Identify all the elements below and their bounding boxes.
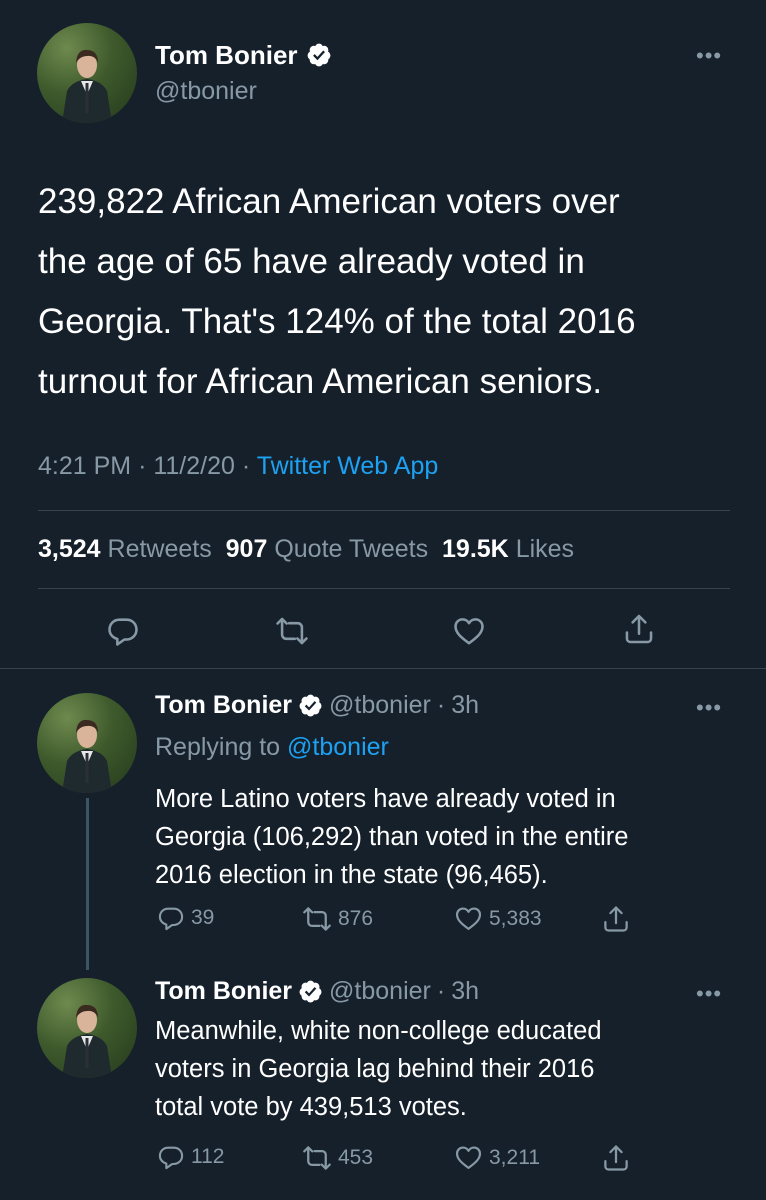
reply-icon[interactable] <box>106 614 140 648</box>
retweet-icon <box>302 904 332 934</box>
retweet-action[interactable]: 453 <box>302 1143 373 1173</box>
tweet-text-line: Georgia. That's 124% of the total 2016 <box>38 302 636 341</box>
reply-action[interactable]: 39 <box>157 904 214 932</box>
reply-text-line: Meanwhile, white non-college educated <box>155 1017 602 1045</box>
reply-avatar[interactable] <box>37 978 137 1078</box>
reply-text-line: Georgia (106,292) than voted in the enti… <box>155 823 629 851</box>
reply-avatar[interactable] <box>37 693 137 793</box>
author-handle[interactable]: @tbonier <box>155 77 257 106</box>
reply-age[interactable]: 3h <box>451 977 479 1006</box>
heart-icon <box>454 1143 483 1172</box>
reply-author-name[interactable]: Tom Bonier <box>155 977 292 1006</box>
more-horizontal-icon[interactable]: ••• <box>696 697 722 719</box>
tweet-date[interactable]: 11/2/20 <box>153 452 235 480</box>
share-icon[interactable] <box>601 1143 631 1173</box>
replying-to: Replying to @tbonier <box>155 733 389 761</box>
replying-to-handle[interactable]: @tbonier <box>287 733 389 761</box>
thread-line <box>86 798 89 970</box>
tweet-source[interactable]: Twitter Web App <box>257 452 439 480</box>
reply-author-handle[interactable]: @tbonier <box>329 691 431 720</box>
reply-age[interactable]: 3h <box>451 691 479 720</box>
reply-author-name[interactable]: Tom Bonier <box>155 691 292 720</box>
tweet-text-line: the age of 65 have already voted in <box>38 242 585 281</box>
reply-icon <box>157 1143 185 1171</box>
retweet-icon[interactable] <box>275 614 309 648</box>
reply-text: More Latino voters have already voted in… <box>155 780 628 894</box>
tweet-stats: 3,524 Retweets 907 Quote Tweets 19.5K Li… <box>38 535 574 564</box>
share-icon[interactable] <box>622 612 656 646</box>
reply-text: Meanwhile, white non-college educated vo… <box>155 1012 602 1126</box>
retweets-stat[interactable]: 3,524 Retweets <box>38 535 212 563</box>
like-count: 5,383 <box>489 906 542 930</box>
author-avatar[interactable] <box>37 23 137 123</box>
reply-text-line: More Latino voters have already voted in <box>155 785 616 813</box>
reply-text-line: total vote by 439,513 votes. <box>155 1093 467 1121</box>
reply-action[interactable]: 112 <box>157 1143 224 1171</box>
tweet-text: 239,822 African American voters over the… <box>38 172 636 412</box>
like-action[interactable]: 5,383 <box>454 904 542 933</box>
likes-stat[interactable]: 19.5K Likes <box>442 535 574 563</box>
retweet-count: 453 <box>338 1146 374 1169</box>
verified-badge-icon <box>306 42 332 68</box>
tweet-time[interactable]: 4:21 PM <box>38 452 131 480</box>
like-action[interactable]: 3,211 <box>454 1143 540 1172</box>
reply-count: 39 <box>191 906 215 929</box>
reply-count: 112 <box>191 1145 225 1168</box>
retweet-count: 876 <box>338 907 374 930</box>
heart-icon <box>454 904 483 933</box>
heart-icon[interactable] <box>452 614 486 648</box>
retweet-icon <box>302 1143 332 1173</box>
tweet-text-line: turnout for African American seniors. <box>38 362 603 401</box>
reply-author-handle[interactable]: @tbonier <box>329 977 431 1006</box>
divider <box>38 510 730 511</box>
divider <box>38 588 730 589</box>
verified-badge-icon <box>298 693 323 718</box>
reply-icon <box>157 904 185 932</box>
quote-tweets-stat[interactable]: 907 Quote Tweets <box>226 535 428 563</box>
reply-text-line: voters in Georgia lag behind their 2016 <box>155 1055 595 1083</box>
retweet-action[interactable]: 876 <box>302 904 373 934</box>
reply-text-line: 2016 election in the state (96,465). <box>155 861 548 889</box>
divider <box>0 668 766 669</box>
author-name[interactable]: Tom Bonier <box>155 40 298 71</box>
tweet-text-line: 239,822 African American voters over <box>38 182 620 221</box>
more-horizontal-icon[interactable]: ••• <box>696 983 722 1005</box>
more-horizontal-icon[interactable]: ••• <box>696 45 722 67</box>
verified-badge-icon <box>298 979 323 1004</box>
share-icon[interactable] <box>601 904 631 934</box>
tweet-meta: 4:21 PM · 11/2/20 · Twitter Web App <box>38 452 439 480</box>
like-count: 3,211 <box>489 1145 540 1169</box>
